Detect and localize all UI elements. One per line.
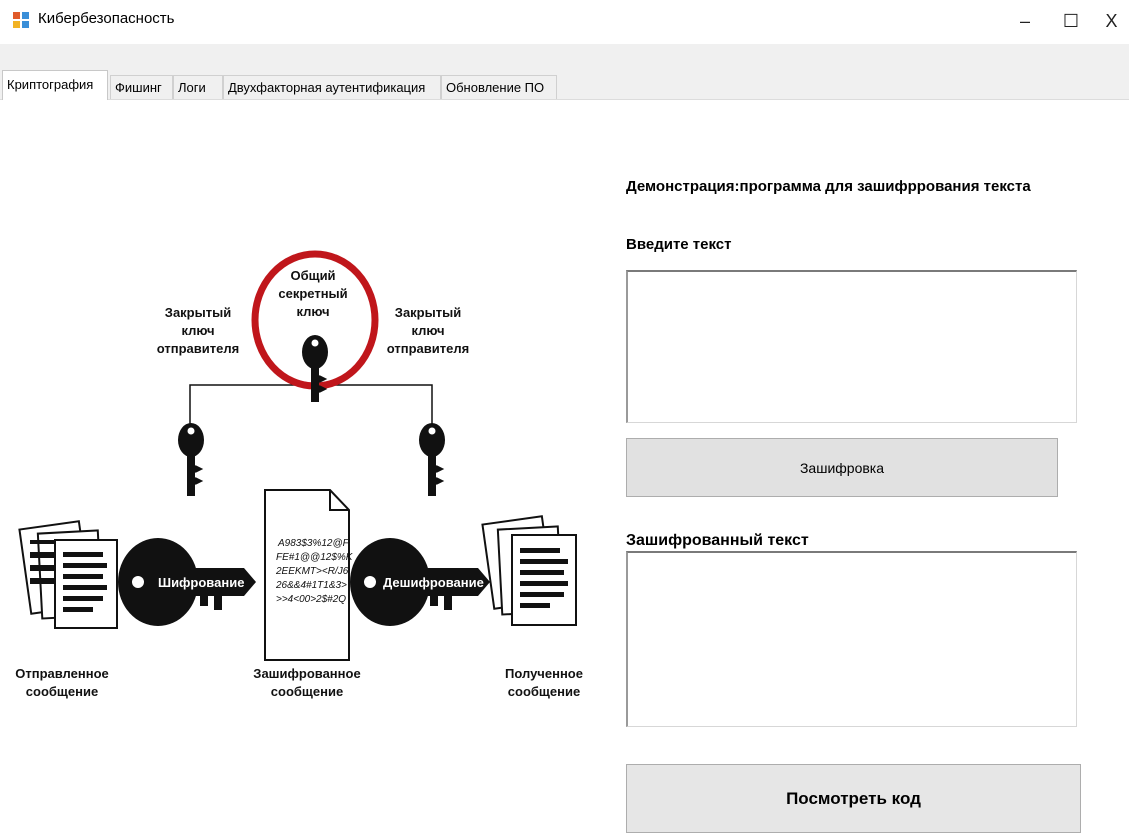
received-message-documents-icon — [481, 515, 577, 626]
view-code-button[interactable]: Посмотреть код — [626, 764, 1081, 833]
shared-key-label-3: ключ — [296, 304, 329, 319]
title-bar: Кибербезопасность – ☐ X — [0, 0, 1129, 44]
app-icon — [13, 12, 29, 28]
encrypt-button[interactable]: Зашифровка — [626, 438, 1058, 497]
tab-software-update[interactable]: Обновление ПО — [441, 75, 557, 99]
window-title: Кибербезопасность — [38, 10, 175, 27]
input-textbox[interactable] — [626, 270, 1077, 423]
shared-key-label-1: Общий — [290, 268, 335, 283]
tab-phishing[interactable]: Фишинг — [110, 75, 173, 99]
received-message-label-1: Полученное — [505, 666, 583, 681]
tab-logs[interactable]: Логи — [173, 75, 223, 99]
cipher-line-5: >>4<00>2$#2Q — [276, 594, 346, 605]
received-message-label-2: сообщение — [508, 684, 580, 699]
right-private-key-icon — [419, 423, 445, 496]
sent-message-label-1: Отправленное — [15, 666, 109, 681]
shared-key-label-2: секретный — [278, 286, 347, 301]
demo-heading: Демонстрация:программа для зашифррования… — [626, 178, 1031, 195]
encrypted-message-label-2: сообщение — [271, 684, 343, 699]
input-label: Введите текст — [626, 236, 732, 253]
sent-message-documents-icon — [18, 520, 118, 629]
cipher-line-1: A983$3%12@F — [277, 538, 350, 549]
cryptography-tab-page: Общий секретный ключ Закрытый ключ отпра… — [0, 100, 1129, 833]
right-private-key-label-2: ключ — [411, 323, 444, 338]
minimize-button[interactable]: – — [1002, 6, 1048, 36]
decryption-label: Дешифрование — [383, 575, 484, 590]
right-private-key-label-1: Закрытый — [395, 305, 461, 320]
shared-key-icon — [302, 335, 328, 402]
right-private-key-label-3: отправителя — [387, 341, 469, 356]
left-private-key-label-3: отправителя — [157, 341, 239, 356]
tab-cryptography[interactable]: Криптография — [2, 70, 108, 100]
output-textbox[interactable] — [626, 551, 1077, 727]
encrypted-message-label-1: Зашифрованное — [253, 666, 360, 681]
sent-message-label-2: сообщение — [26, 684, 98, 699]
close-button[interactable]: X — [1094, 6, 1129, 36]
cryptography-diagram: Общий секретный ключ Закрытый ключ отпра… — [15, 250, 583, 699]
left-private-key-label-2: ключ — [181, 323, 214, 338]
left-private-key-label-1: Закрытый — [165, 305, 231, 320]
output-label: Зашифрованный текст — [626, 532, 809, 549]
maximize-button[interactable]: ☐ — [1048, 6, 1094, 36]
left-private-key-icon — [178, 423, 204, 496]
cipher-line-3: 2EEKMT><R/J6 — [275, 566, 349, 577]
encryption-label: Шифрование — [158, 575, 244, 590]
tab-two-factor-auth[interactable]: Двухфакторная аутентификация — [223, 75, 441, 99]
cipher-line-2: FE#1@@12$%K — [276, 552, 354, 563]
cipher-line-4: 26&&4#1T1&3> — [275, 580, 347, 591]
